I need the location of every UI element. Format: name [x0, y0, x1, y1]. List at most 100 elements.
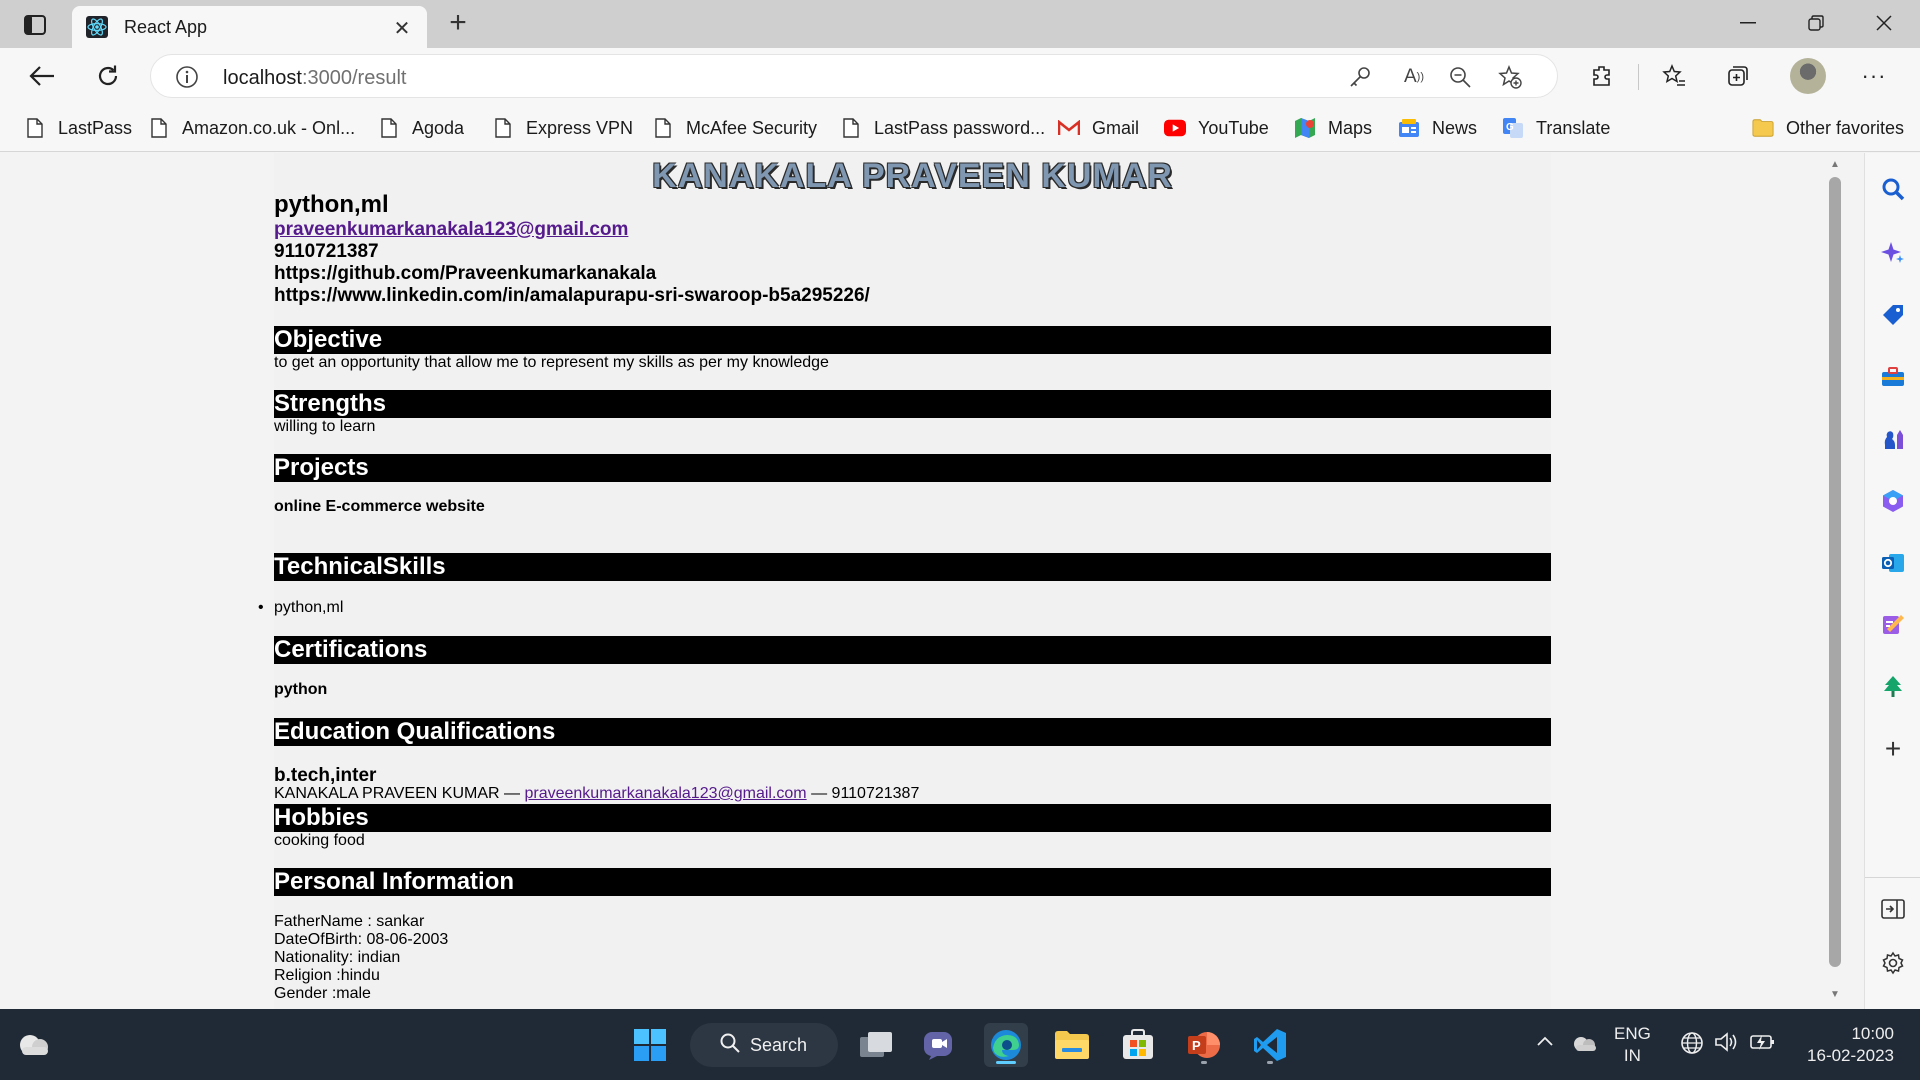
task-view-icon[interactable]: [854, 1023, 898, 1067]
education-contact-line: KANAKALA PRAVEEN KUMAR — praveenkumarkan…: [274, 785, 919, 803]
favorite-lastpass[interactable]: LastPass: [24, 114, 132, 142]
favorites-icon[interactable]: [1656, 58, 1692, 94]
copilot-sparkle-icon[interactable]: [1879, 239, 1907, 267]
favorite-lastpass-password[interactable]: LastPass password...: [840, 114, 1045, 142]
zoom-out-icon[interactable]: [1447, 64, 1473, 90]
volume-speaker-icon[interactable]: [1714, 1031, 1740, 1058]
show-hidden-icons-chevron-icon[interactable]: [1536, 1031, 1554, 1052]
microsoft-store-icon[interactable]: [1116, 1023, 1160, 1067]
translate-icon: G: [1502, 117, 1524, 139]
onedrive-cloud-icon[interactable]: [1570, 1033, 1598, 1058]
windows-start-icon[interactable]: [628, 1023, 672, 1067]
page-icon: [492, 117, 514, 139]
favorite-amazon[interactable]: Amazon.co.uk - Onl...: [148, 114, 355, 142]
hide-sidebar-icon[interactable]: [1879, 895, 1907, 923]
resume-email-link[interactable]: praveenkumarkanakala123@gmail.com: [274, 219, 628, 241]
favorite-label: Gmail: [1092, 117, 1140, 138]
favorite-label: LastPass: [58, 117, 133, 138]
svg-text:P: P: [1192, 1038, 1201, 1053]
taskbar-search-button[interactable]: Search: [690, 1023, 838, 1067]
section-certifications-title: Certifications: [274, 636, 1551, 664]
read-aloud-icon[interactable]: A)): [1401, 64, 1427, 90]
education-email-link[interactable]: praveenkumarkanakala123@gmail.com: [524, 785, 806, 802]
key-icon[interactable]: [1347, 64, 1373, 90]
region-code: IN: [1623, 1046, 1641, 1065]
teams-chat-icon[interactable]: [918, 1023, 962, 1067]
address-bar[interactable]: localhost:3000/result A)): [150, 54, 1558, 98]
page-icon: [24, 117, 46, 139]
scroll-up-arrow-icon[interactable]: ▲: [1829, 159, 1841, 171]
url-text[interactable]: localhost:3000/result: [223, 67, 406, 90]
resume-phone: 9110721387: [274, 241, 379, 262]
language-code: ENG: [1614, 1024, 1651, 1043]
edge-sidebar: +: [1864, 153, 1920, 1009]
back-arrow-icon[interactable]: [24, 58, 60, 94]
certifications-text: python: [274, 681, 328, 698]
weather-cloud-icon[interactable]: [16, 1031, 50, 1057]
edge-browser-taskbar-icon[interactable]: [984, 1023, 1028, 1067]
close-window-icon[interactable]: [1856, 6, 1912, 40]
close-tab-icon[interactable]: ✕: [391, 16, 413, 41]
favorite-translate[interactable]: G Translate: [1502, 114, 1610, 142]
add-favorite-icon[interactable]: [1497, 64, 1523, 90]
file-explorer-icon[interactable]: [1050, 1023, 1094, 1067]
designer-icon[interactable]: [1879, 611, 1907, 639]
profile-avatar[interactable]: [1790, 58, 1826, 94]
microsoft-365-icon[interactable]: [1879, 487, 1907, 515]
more-options-icon[interactable]: ···: [1856, 58, 1892, 94]
objective-text: to get an opportunity that allow me to r…: [274, 354, 829, 371]
favorite-mcafee[interactable]: McAfee Security: [652, 114, 817, 142]
other-favorites[interactable]: Other favorites: [1752, 114, 1904, 142]
scroll-down-arrow-icon[interactable]: ▼: [1829, 989, 1841, 1001]
powerpoint-icon[interactable]: P: [1182, 1023, 1226, 1067]
tab-react-app[interactable]: React App ✕: [72, 6, 427, 48]
restore-icon[interactable]: [1788, 6, 1844, 40]
section-objective-title: Objective: [274, 326, 1551, 354]
site-info-icon[interactable]: [175, 65, 199, 89]
system-clock[interactable]: 10:00 16-02-2023: [1790, 1023, 1894, 1067]
page-icon: [840, 117, 862, 139]
outlook-icon[interactable]: [1879, 549, 1907, 577]
shopping-tag-icon[interactable]: [1879, 301, 1907, 329]
new-tab-button[interactable]: +: [442, 8, 474, 40]
favorite-label: Amazon.co.uk - Onl...: [182, 117, 356, 138]
favorite-label: Express VPN: [526, 117, 634, 138]
resume-name-heading: KANAKALA PRAVEEN KUMAR: [652, 157, 1173, 195]
active-indicator: [996, 1061, 1016, 1064]
favorite-maps[interactable]: Maps: [1294, 114, 1372, 142]
section-technical-title: TechnicalSkills: [274, 553, 1551, 581]
youtube-icon: [1164, 117, 1186, 139]
battery-charging-icon[interactable]: [1750, 1031, 1776, 1056]
favorite-express-vpn[interactable]: Express VPN: [492, 114, 633, 142]
clock-date: 16-02-2023: [1807, 1046, 1894, 1065]
search-icon[interactable]: [1879, 175, 1907, 203]
scroll-thumb[interactable]: [1829, 177, 1841, 967]
add-sidebar-app-icon[interactable]: +: [1879, 733, 1907, 764]
section-hobbies-title: Hobbies: [274, 804, 1551, 832]
page-scrollbar[interactable]: ▲ ▼: [1826, 153, 1844, 1009]
section-projects-title: Projects: [274, 454, 1551, 482]
network-globe-icon[interactable]: [1680, 1031, 1704, 1060]
running-indicator: [1267, 1061, 1273, 1064]
resume-skills: python,ml: [274, 191, 389, 218]
favorite-agoda[interactable]: Agoda: [378, 114, 464, 142]
tab-actions-icon[interactable]: [18, 12, 52, 38]
bullet: •: [258, 599, 264, 616]
tree-icon[interactable]: [1879, 673, 1907, 701]
extensions-icon[interactable]: [1584, 58, 1620, 94]
collections-icon[interactable]: [1720, 58, 1756, 94]
tab-title: React App: [124, 16, 208, 37]
tools-briefcase-icon[interactable]: [1879, 363, 1907, 391]
input-language-indicator[interactable]: ENG IN: [1614, 1023, 1651, 1067]
favorites-bar: LastPass Amazon.co.uk - Onl... Agoda Exp…: [0, 104, 1920, 152]
page-icon: [652, 117, 674, 139]
svg-text:G: G: [1506, 122, 1514, 133]
vscode-icon[interactable]: [1248, 1023, 1292, 1067]
minimize-icon[interactable]: [1720, 6, 1776, 40]
favorite-news[interactable]: News: [1398, 114, 1477, 142]
settings-gear-icon[interactable]: [1879, 949, 1907, 977]
favorite-youtube[interactable]: YouTube: [1164, 114, 1269, 142]
refresh-icon[interactable]: [90, 58, 126, 94]
games-icon[interactable]: [1879, 425, 1907, 453]
favorite-gmail[interactable]: Gmail: [1058, 114, 1139, 142]
